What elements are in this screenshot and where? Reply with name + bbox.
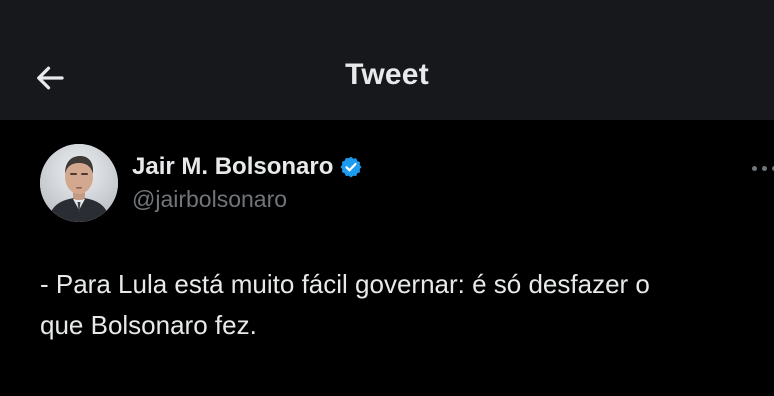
verified-badge-icon (339, 155, 363, 179)
author-display-name[interactable]: Jair M. Bolsonaro (132, 153, 333, 181)
more-options-button[interactable] (752, 158, 774, 178)
avatar[interactable] (40, 144, 118, 222)
author-handle[interactable]: @jairbolsonaro (132, 186, 287, 213)
avatar-photo (40, 144, 118, 222)
author-name-row: Jair M. Bolsonaro (132, 152, 363, 182)
page-title: Tweet (345, 58, 429, 91)
top-bar: Tweet (0, 0, 774, 120)
more-options-icon (752, 165, 757, 171)
tweet: Jair M. Bolsonaro @jairbolsonaro - Para … (0, 120, 774, 396)
tweet-text: - Para Lula está muito fácil governar: é… (40, 269, 650, 340)
